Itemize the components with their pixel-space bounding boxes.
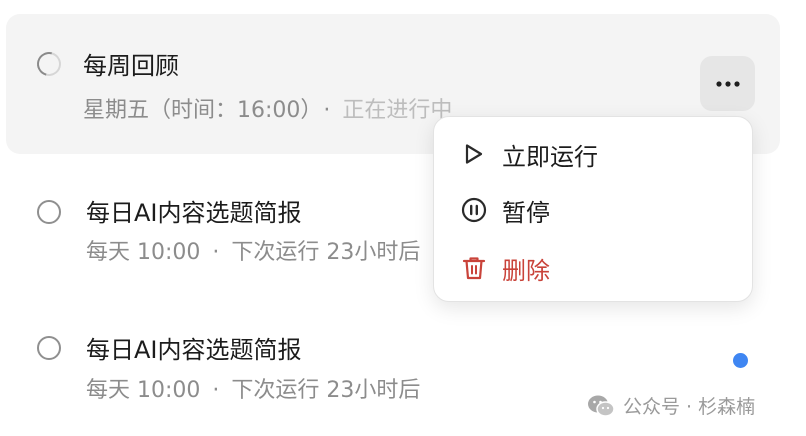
task-meta: 每天 10:00 · 下次运行 23小时后 xyxy=(86,234,420,266)
pause-menu-item[interactable]: 暂停 xyxy=(434,185,752,235)
spinner-icon xyxy=(32,47,66,81)
task-title: 每周回顾 xyxy=(83,52,179,80)
trash-icon xyxy=(460,254,488,282)
task-context-menu: 立即运行 暂停 删除 xyxy=(433,116,753,302)
menu-item-label: 暂停 xyxy=(502,198,550,227)
delete-menu-item[interactable]: 删除 xyxy=(434,243,752,293)
task-meta: 每天 10:00 · 下次运行 23小时后 xyxy=(86,372,420,404)
more-options-button[interactable] xyxy=(700,56,755,111)
task-meta: 星期五（时间：16:00） · 正在进行中 xyxy=(83,92,452,124)
play-icon xyxy=(460,140,488,168)
task-next-run: 下次运行 23小时后 xyxy=(231,378,421,403)
pause-circle-icon xyxy=(460,196,488,224)
meta-separator: · xyxy=(212,240,220,265)
circle-icon[interactable] xyxy=(37,200,61,224)
task-schedule: 每天 10:00 xyxy=(86,378,201,403)
task-title: 每日AI内容选题简报 xyxy=(86,199,302,227)
circle-icon[interactable] xyxy=(37,336,61,360)
meta-separator: · xyxy=(212,378,220,403)
more-horizontal-icon xyxy=(715,80,740,87)
task-title: 每日AI内容选题简报 xyxy=(86,336,302,364)
task-status: 正在进行中 xyxy=(342,98,453,123)
run-now-menu-item[interactable]: 立即运行 xyxy=(434,129,752,179)
meta-separator: · xyxy=(323,98,331,123)
task-schedule: 星期五（时间：16:00） xyxy=(83,98,312,123)
scheduled-tasks-page: 每周回顾 星期五（时间：16:00） · 正在进行中 每日AI内容选题简报 每天 1… xyxy=(0,0,806,436)
watermark-text: 公众号 · 杉森楠 xyxy=(623,396,756,418)
menu-item-label: 删除 xyxy=(502,256,550,285)
wechat-icon xyxy=(588,395,615,417)
unread-dot xyxy=(733,353,748,368)
menu-item-label: 立即运行 xyxy=(502,142,598,171)
watermark: 公众号 · 杉森楠 xyxy=(587,392,755,419)
task-next-run: 下次运行 23小时后 xyxy=(231,240,421,265)
task-schedule: 每天 10:00 xyxy=(86,240,201,265)
